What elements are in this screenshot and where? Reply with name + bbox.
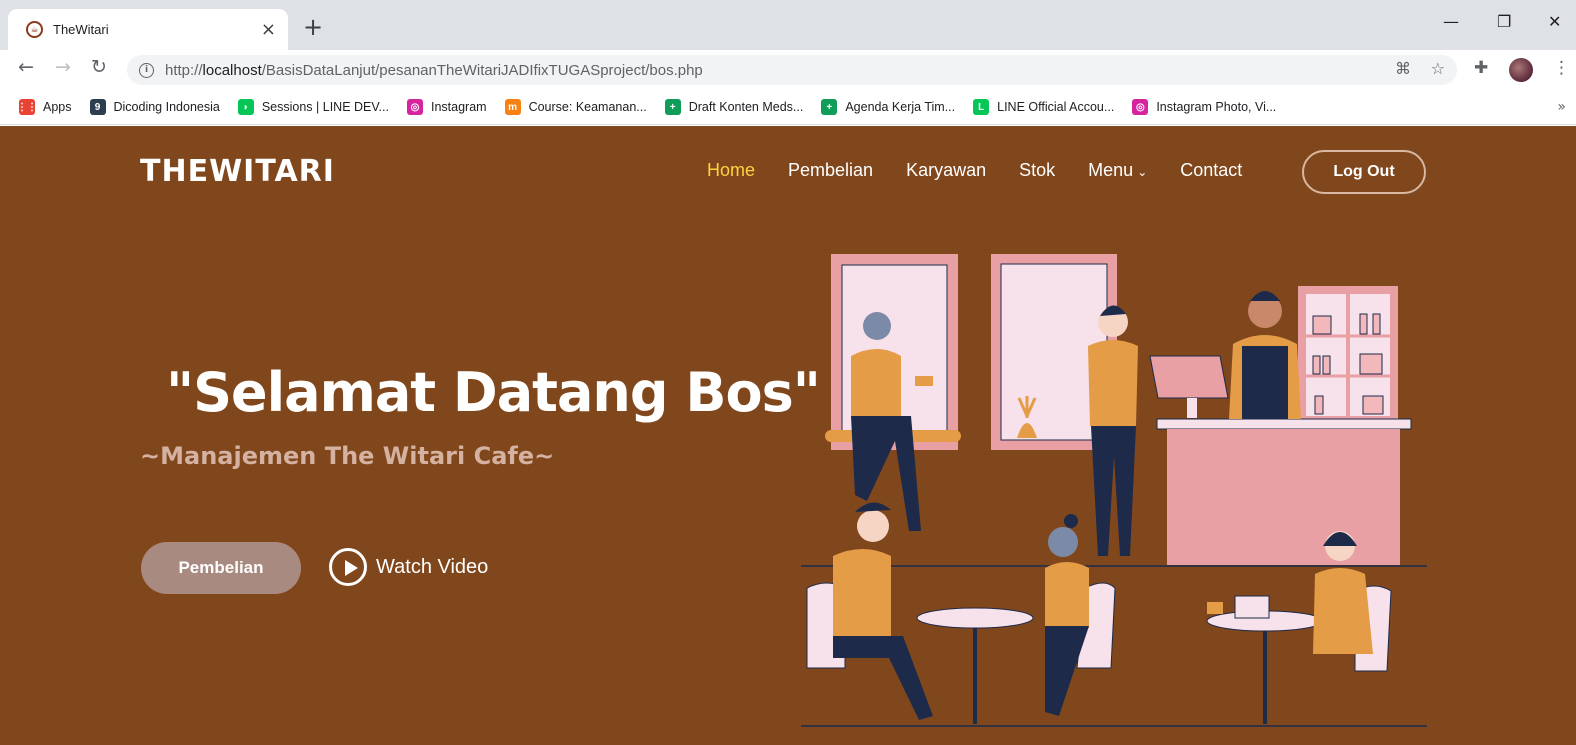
reload-icon[interactable]: ↻ — [91, 58, 107, 77]
profile-avatar[interactable] — [1509, 58, 1533, 82]
forward-icon[interactable]: → — [55, 58, 71, 77]
bookmark-label: Dicoding Indonesia — [113, 100, 220, 114]
minimize-icon[interactable]: — — [1443, 14, 1459, 30]
bookmark-item[interactable]: 9 Dicoding Indonesia — [89, 99, 220, 115]
line-dev-icon: ◗ — [237, 99, 254, 115]
standing-customer-illustration — [1088, 305, 1138, 556]
pembelian-button[interactable]: Pembelian — [141, 542, 301, 594]
main-navigation: Home Pembelian Karyawan Stok Menu ⌄ Contact — [707, 160, 1275, 181]
left-table-illustration — [806, 502, 1116, 724]
bookmark-item[interactable]: ◎ Instagram Photo, Vi... — [1132, 99, 1276, 115]
bookmark-label: Course: Keamanan... — [528, 100, 647, 114]
address-bar[interactable]: i http://localhost/BasisDataLanjut/pesan… — [127, 55, 1457, 85]
bookmark-item[interactable]: ◎ Instagram — [406, 99, 487, 115]
bookmark-label: Apps — [43, 100, 72, 114]
browser-toolbar: ← → ↻ i http://localhost/BasisDataLanjut… — [0, 50, 1576, 90]
line-icon: L — [973, 99, 990, 115]
url-text: http://localhost/BasisDataLanjut/pesanan… — [165, 61, 703, 79]
watch-video-label: Watch Video — [376, 555, 489, 578]
watch-video-button[interactable]: Watch Video — [329, 548, 488, 586]
browser-menu-icon[interactable]: ⋮ — [1553, 60, 1570, 77]
logout-button[interactable]: Log Out — [1302, 150, 1426, 194]
more-bookmarks-icon[interactable]: » — [1557, 99, 1566, 115]
browser-tab[interactable]: ☕ TheWitari × — [8, 9, 288, 50]
nav-label: Home — [707, 160, 756, 180]
site-info-icon[interactable]: i — [139, 62, 154, 78]
extensions-icon[interactable]: ✚ — [1474, 60, 1488, 77]
dicoding-icon: 9 — [89, 99, 106, 115]
bookmark-item[interactable]: ◗ Sessions | LINE DEV... — [237, 99, 389, 115]
instagram-icon: ◎ — [406, 99, 423, 115]
bookmark-item[interactable]: L LINE Official Accou... — [973, 99, 1114, 115]
apps-grid-icon: ⋮⋮ — [17, 99, 37, 115]
close-tab-icon[interactable]: × — [261, 20, 276, 39]
bookmark-item[interactable]: + Draft Konten Meds... — [664, 99, 804, 115]
translate-icon[interactable]: ⌘ — [1395, 61, 1411, 77]
site-favicon-icon: ☕ — [26, 21, 43, 38]
bookmark-label: Instagram — [430, 100, 487, 114]
nav-label: Stok — [1019, 160, 1056, 180]
bookmark-star-icon[interactable]: ☆ — [1431, 61, 1445, 77]
nav-label: Karyawan — [906, 160, 987, 180]
bookmark-item[interactable]: ⋮⋮ Apps — [17, 99, 72, 115]
shelf-illustration — [1298, 286, 1398, 424]
nav-stok[interactable]: Stok — [1019, 160, 1055, 181]
nav-label: Menu — [1088, 160, 1134, 180]
nav-label: Contact — [1180, 160, 1243, 180]
play-circle-icon — [329, 548, 367, 586]
chevron-down-icon: ⌄ — [1137, 165, 1148, 179]
barista-illustration — [1229, 291, 1301, 419]
cafe-page: THEWITARI Home Pembelian Karyawan Stok Menu ⌄… — [0, 126, 1576, 745]
cafe-illustration — [801, 254, 1427, 727]
moodle-icon: m — [504, 99, 521, 115]
bookmark-label: Instagram Photo, Vi... — [1156, 100, 1277, 114]
bookmark-label: Sessions | LINE DEV... — [261, 100, 389, 114]
bookmark-item[interactable]: + Agenda Kerja Tim... — [821, 99, 955, 115]
back-icon[interactable]: ← — [18, 58, 34, 77]
bookmarks-bar: ⋮⋮ Apps 9 Dicoding Indonesia ◗ Sessions | LIN… — [0, 90, 1576, 125]
sheets-icon: + — [821, 99, 838, 115]
tab-title: TheWitari — [53, 22, 109, 37]
bookmark-label: Draft Konten Meds... — [688, 100, 804, 114]
restore-icon[interactable]: ❐ — [1497, 14, 1511, 30]
sheets-icon: + — [664, 99, 681, 115]
nav-home[interactable]: Home — [707, 160, 755, 181]
hero-title: "Selamat Datang Bos" — [166, 361, 821, 424]
instagram-icon: ◎ — [1132, 99, 1149, 115]
browser-tab-strip: ☕ TheWitari × + — ❐ ✕ — [0, 0, 1576, 50]
nav-contact[interactable]: Contact — [1180, 160, 1242, 181]
nav-label: Pembelian — [788, 160, 874, 180]
bookmark-label: LINE Official Accou... — [997, 100, 1115, 114]
bookmark-item[interactable]: m Course: Keamanan... — [504, 99, 647, 115]
nav-karyawan[interactable]: Karyawan — [906, 160, 986, 181]
site-logo[interactable]: THEWITARI — [140, 154, 335, 189]
hero-subtitle: ~Manajemen The Witari Cafe~ — [140, 442, 555, 470]
nav-pembelian[interactable]: Pembelian — [788, 160, 873, 181]
close-window-icon[interactable]: ✕ — [1548, 14, 1561, 30]
bookmark-label: Agenda Kerja Tim... — [845, 100, 956, 114]
new-tab-icon[interactable]: + — [303, 15, 323, 39]
nav-menu[interactable]: Menu ⌄ — [1088, 160, 1147, 181]
